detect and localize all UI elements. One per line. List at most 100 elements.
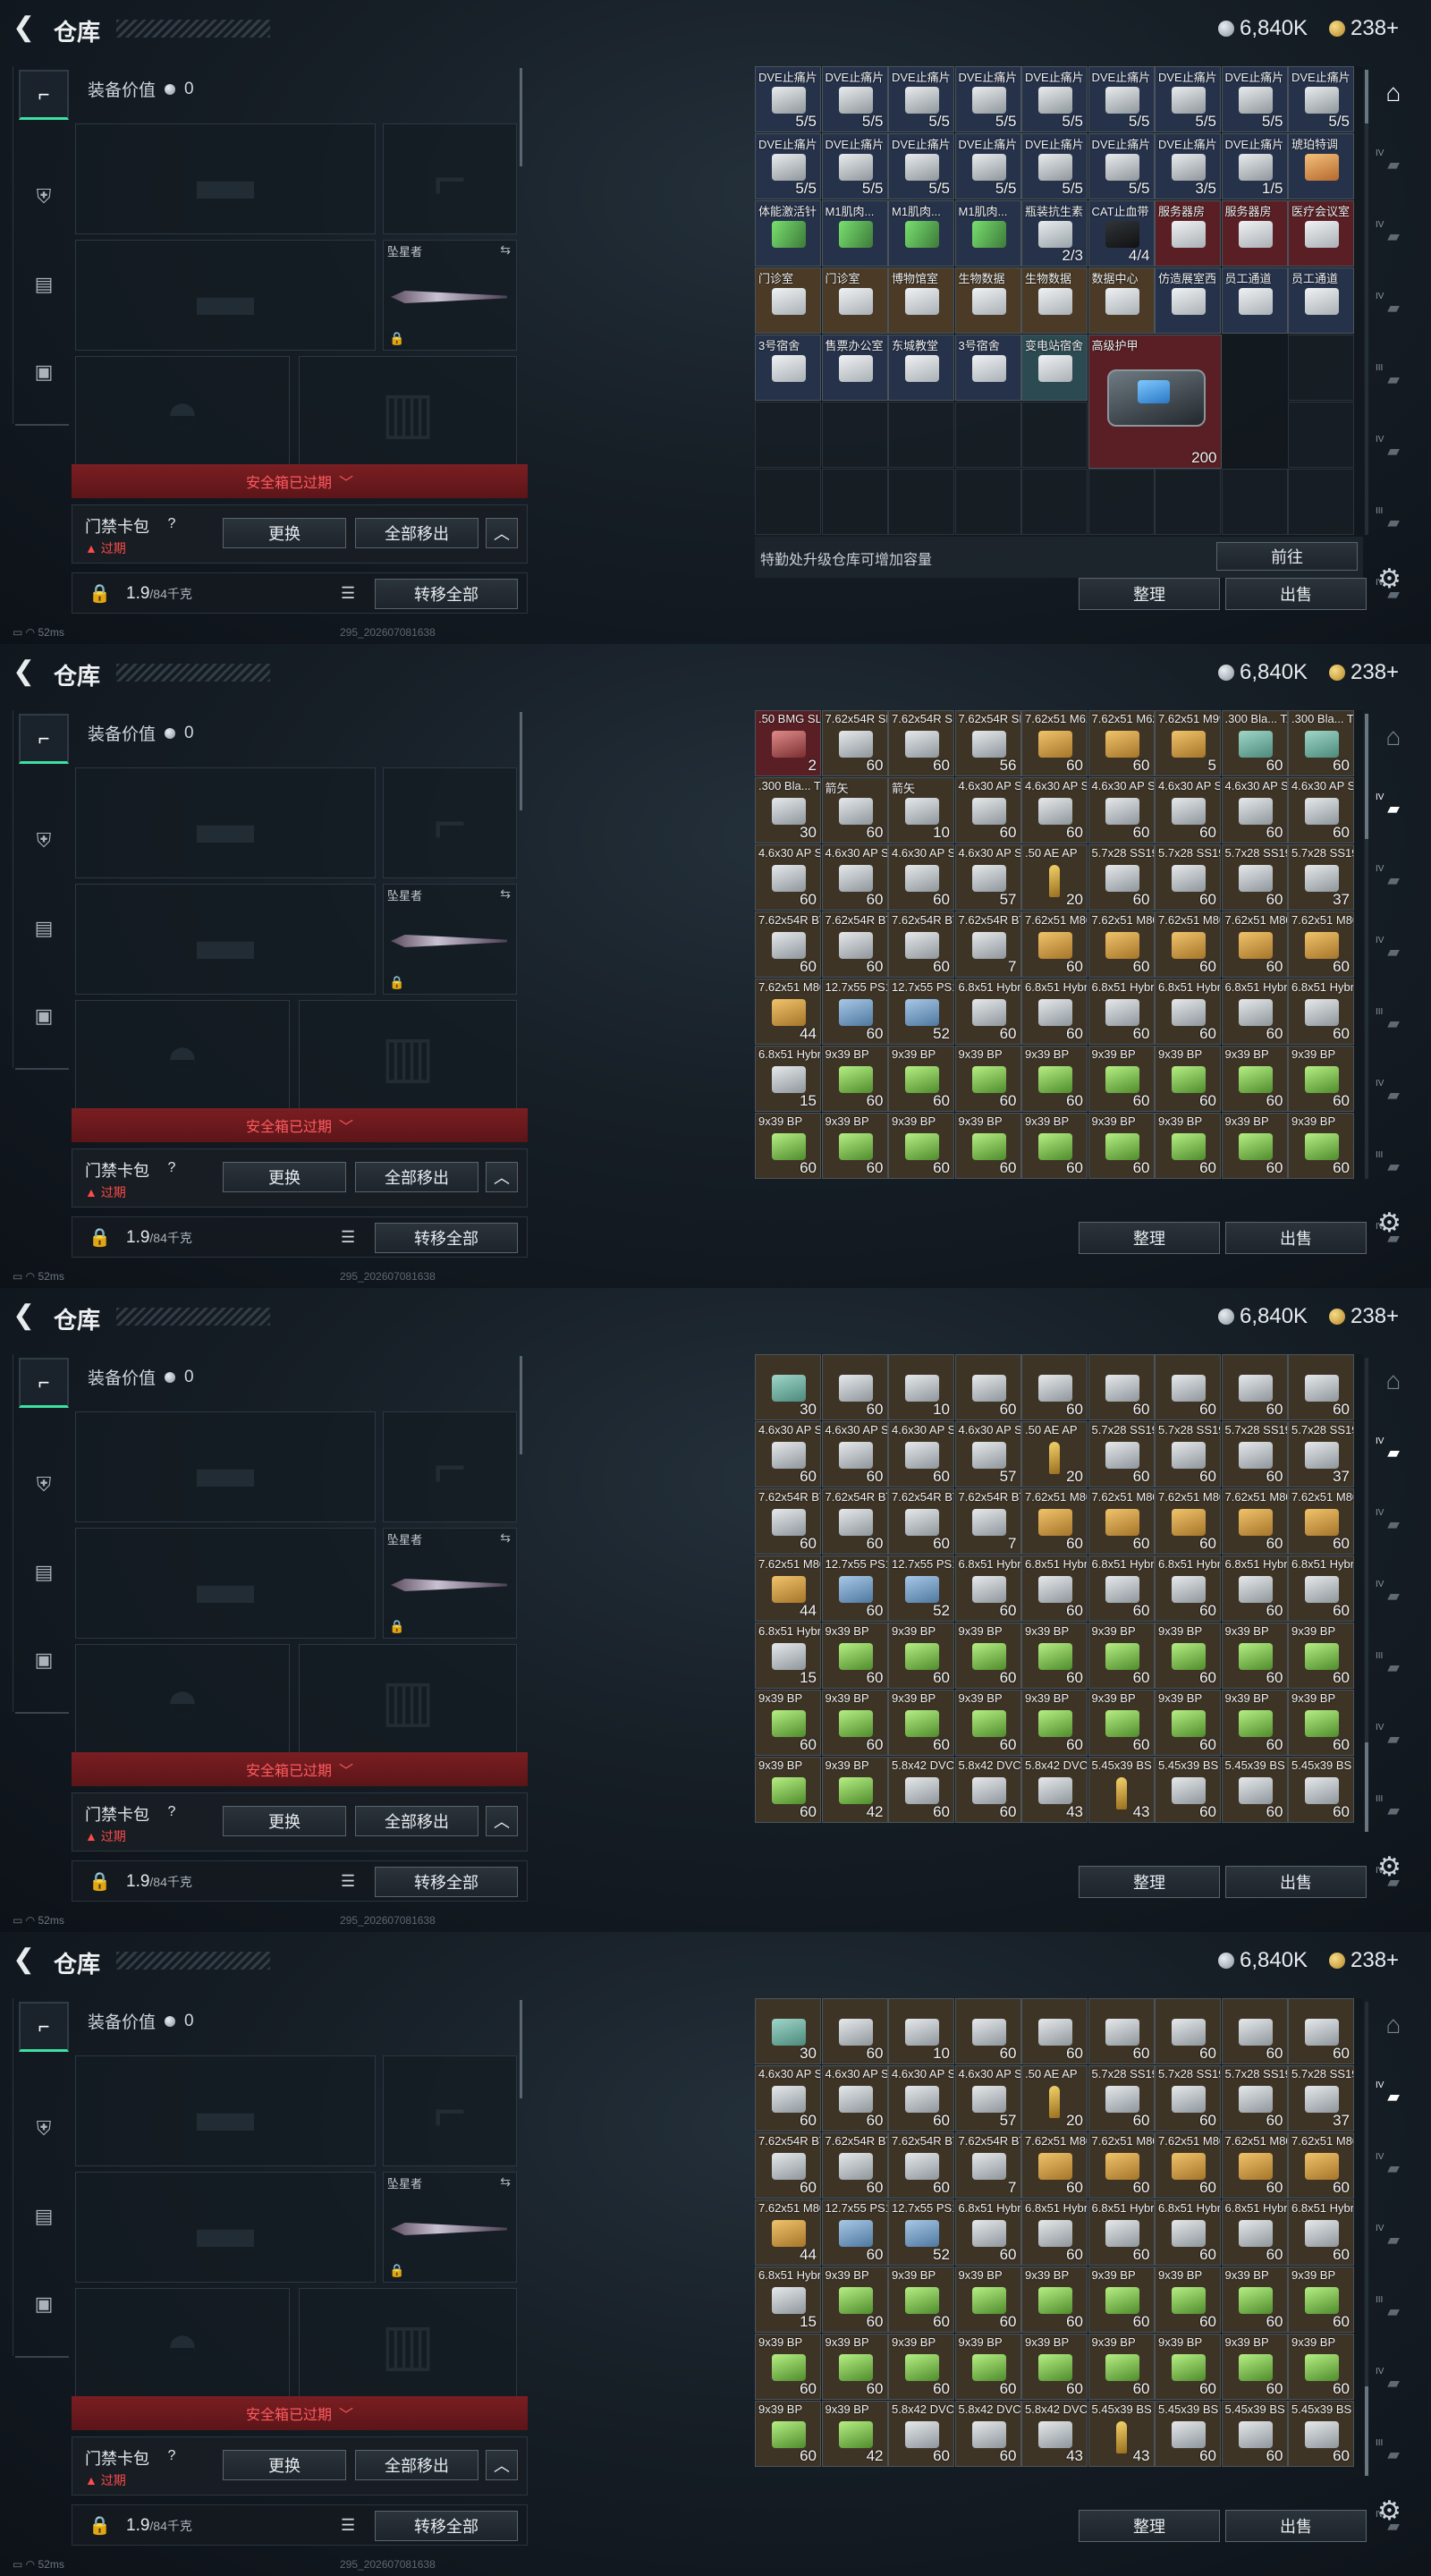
stash-item[interactable]: 9x39 BP 60 [1088, 1690, 1155, 1756]
stash-item[interactable]: 9x39 BP 60 [1021, 1046, 1088, 1112]
helmet-slot[interactable]: ◓ [75, 2288, 290, 2401]
stash-item[interactable]: DVE止痛片 5/5 [755, 66, 821, 132]
empty-stash-cell[interactable] [1221, 469, 1288, 535]
stash-item[interactable]: 9x39 BP 60 [1088, 1113, 1155, 1179]
stash-item[interactable]: 4.6x30 AP SX 60 [821, 844, 888, 911]
helmet-slot[interactable]: ◓ [75, 1644, 290, 1757]
primary-weapon-slot[interactable]: ▬ [75, 2055, 376, 2166]
stash-item[interactable]: 9x39 BP 60 [1088, 2334, 1155, 2400]
stash-item[interactable]: 60 [954, 1354, 1021, 1420]
stash-item[interactable]: DVE止痛片 5/5 [1021, 133, 1088, 199]
stash-tab[interactable]: IV▰ [1368, 853, 1418, 907]
armor-slot[interactable]: ▥ [299, 1644, 517, 1757]
stash-item[interactable]: 4.6x30 AP SX 57 [954, 2065, 1021, 2131]
helmet-slot[interactable]: ◓ [75, 356, 290, 469]
stash-item[interactable]: 4.6x30 AP SX 60 [954, 777, 1021, 843]
empty-stash-cell[interactable] [755, 402, 821, 468]
stash-item[interactable]: 6.8x51 Hybrid 60 [1155, 1555, 1221, 1622]
stash-item[interactable]: 6.8x51 Hybrid 60 [1021, 979, 1088, 1045]
stash-tab[interactable]: III ▰ [1368, 1784, 1418, 1837]
melee-slot[interactable]: 坠星者 ⇆ 🔒 [383, 884, 517, 995]
stash-item[interactable]: DVE止痛片 5/5 [821, 66, 888, 132]
stash-item[interactable]: 9x39 BP 60 [1155, 1113, 1221, 1179]
stash-item[interactable]: DVE止痛片 3/5 [1155, 133, 1221, 199]
collapse-button[interactable]: ︿ [486, 2450, 518, 2480]
replace-button[interactable]: 更换 [223, 1162, 346, 1192]
settings-gear-icon[interactable]: ⚙ [1377, 2496, 1401, 2527]
empty-stash-cell[interactable] [821, 402, 888, 468]
stash-item[interactable]: .300 Bla... TAC-X 60 [1221, 710, 1288, 776]
stash-item[interactable]: 7.62x51 M80 60 [1155, 1488, 1221, 1555]
stash-item[interactable]: 60 [821, 1998, 888, 2064]
stash-item[interactable]: 9x39 BP 60 [888, 1113, 954, 1179]
stash-item[interactable]: 琥珀特调 [1288, 133, 1354, 199]
lock-icon[interactable]: 🔒 [89, 582, 111, 605]
stash-item[interactable]: .300 Bla... TAC-X 60 [1288, 710, 1354, 776]
stash-item[interactable]: 6.8x51 Hybrid 15 [755, 1623, 821, 1689]
stash-tab[interactable]: IV▰ [1368, 1426, 1418, 1479]
stash-tab[interactable]: III ▰ [1368, 2284, 1418, 2338]
remove-all-button[interactable]: 全部移出 [355, 2450, 478, 2480]
safebox-expired-bar[interactable]: 安全箱已过期 ﹀ [72, 2396, 528, 2430]
stash-item[interactable]: 4.6x30 AP SX 60 [1221, 777, 1288, 843]
stash-item-armor[interactable]: 高级护甲 200 [1088, 335, 1222, 469]
stash-item[interactable]: 7.62x54R BT 60 [821, 2132, 888, 2199]
stash-item[interactable]: 9x39 BP 60 [888, 1623, 954, 1689]
stash-item[interactable]: DVE止痛片 5/5 [1155, 66, 1221, 132]
stash-item[interactable]: .50 BMG SLAP 2 [755, 710, 821, 776]
stash-tab[interactable]: III ▰ [1368, 352, 1418, 406]
transfer-all-button[interactable]: 转移全部 [375, 1223, 518, 1253]
help-icon[interactable]: ? [162, 514, 182, 534]
sidebar-tab-helmet[interactable]: ⛨ [19, 816, 69, 866]
stash-item[interactable]: 30 [755, 1998, 821, 2064]
stash-home-tab[interactable]: ⌂ [1368, 710, 1418, 764]
pistol-slot[interactable]: ⌐ [383, 123, 517, 234]
stash-item[interactable]: 5.7x28 SS190 60 [1155, 844, 1221, 911]
sell-button[interactable]: 出售 [1225, 2510, 1367, 2542]
stash-item[interactable]: 9x39 BP 60 [954, 2267, 1021, 2333]
sell-button[interactable]: 出售 [1225, 1222, 1367, 1254]
stash-item[interactable]: 6.8x51 Hybrid 60 [954, 1555, 1021, 1622]
stash-item[interactable]: 体能激活针 [755, 200, 821, 267]
stash-item[interactable]: 7.62x51 M80 60 [1155, 911, 1221, 978]
stash-item[interactable]: 9x39 BP 60 [888, 1690, 954, 1756]
sidebar-tab-vest[interactable]: ▤ [19, 903, 69, 953]
primary-weapon-slot[interactable]: ▬ [75, 123, 376, 234]
stash-item[interactable]: 12.7x55 PS12B 52 [888, 2199, 954, 2266]
stash-item[interactable]: 员工通道 [1221, 267, 1288, 334]
stash-item[interactable]: 6.8x51 Hybrid 60 [1021, 1555, 1088, 1622]
stash-item[interactable]: 7.62x51 M993 5 [1155, 710, 1221, 776]
stash-item[interactable]: 6.8x51 Hybrid 60 [1088, 1555, 1155, 1622]
stash-tab[interactable]: IV▰ [1368, 138, 1418, 191]
stash-item[interactable]: 医疗会议室 [1288, 200, 1354, 267]
back-arrow-icon[interactable]: ❮ [13, 1946, 39, 1975]
stash-item[interactable]: 5.8x42 DVC12 60 [954, 2401, 1021, 2467]
transfer-all-button[interactable]: 转移全部 [375, 1867, 518, 1897]
stash-tab[interactable]: IV▰ [1368, 782, 1418, 835]
stash-item[interactable]: 9x39 BP 60 [1155, 1623, 1221, 1689]
stash-item[interactable]: 7.62x54R BT 60 [821, 1488, 888, 1555]
stash-item[interactable]: DVE止痛片 5/5 [1088, 66, 1155, 132]
transfer-all-button[interactable]: 转移全部 [375, 579, 518, 609]
stash-item[interactable]: 9x39 BP 60 [755, 2401, 821, 2467]
sell-button[interactable]: 出售 [1225, 578, 1367, 610]
stash-tab[interactable]: IV▰ [1368, 2141, 1418, 2195]
stash-item[interactable]: 9x39 BP 60 [1021, 2267, 1088, 2333]
stash-item[interactable]: 9x39 BP 60 [821, 1623, 888, 1689]
stash-item[interactable]: 仿造展室西 [1155, 267, 1221, 334]
stash-item[interactable]: DVE止痛片 5/5 [888, 66, 954, 132]
stash-item[interactable]: 9x39 BP 60 [755, 2334, 821, 2400]
stash-item[interactable]: 4.6x30 AP SX 60 [755, 844, 821, 911]
stash-item[interactable]: .300 Bla... TAC-X 30 [755, 777, 821, 843]
gold-currency[interactable]: 238+ [1329, 1304, 1399, 1329]
stash-item[interactable]: 服务器房 [1221, 200, 1288, 267]
stash-item[interactable]: 60 [1021, 1354, 1088, 1420]
sidebar-tab-bag[interactable]: ▣ [19, 1635, 69, 1685]
stash-item[interactable]: 5.7x28 SS190 60 [1088, 844, 1155, 911]
stash-item[interactable]: 7.62x51 M80 44 [755, 2199, 821, 2266]
sidebar-tab-gun[interactable]: ⌐ [19, 70, 69, 120]
stash-item[interactable]: 6.8x51 Hybrid 60 [1088, 2199, 1155, 2266]
stash-item[interactable]: 9x39 BP 60 [821, 2334, 888, 2400]
stash-item[interactable]: 7.62x51 M80 60 [1221, 1488, 1288, 1555]
stash-item[interactable]: 60 [1155, 1998, 1221, 2064]
